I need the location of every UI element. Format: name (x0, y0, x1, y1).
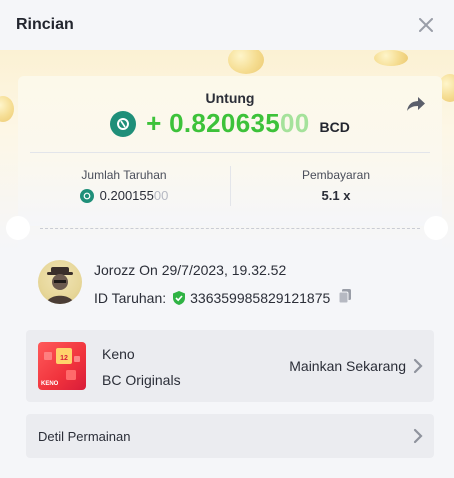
share-icon (407, 97, 425, 111)
result-card: Untung + 0.82063500 BCD Jumlah Taruhan 0… (18, 76, 442, 226)
ticket-notch (6, 216, 30, 240)
modal-header: Rincian (0, 0, 454, 50)
decorative-coin (228, 46, 264, 74)
bet-id-label: ID Taruhan: (94, 289, 167, 306)
bet-amount-stat: Jumlah Taruhan 0.200155 00 (18, 168, 230, 203)
game-details-row[interactable]: Detil Permainan (26, 414, 434, 458)
play-now-link[interactable]: Mainkan Sekarang (289, 358, 406, 374)
profit-label: Untung (205, 90, 255, 106)
keno-thumbnail: 12 KENO (38, 342, 86, 390)
bet-amount-value: 0.200155 00 (18, 188, 230, 203)
bc-coin-icon (79, 188, 94, 203)
keno-thumbnail-badge: 12 (60, 355, 68, 362)
profit-currency: BCD (319, 118, 350, 135)
bet-amount-label: Jumlah Taruhan (81, 168, 167, 182)
game-row[interactable]: 12 KENO Keno BC Originals Mainkan Sekara… (26, 330, 434, 402)
bet-amount-faded: 00 (153, 188, 169, 203)
profit-row: + 0.82063500 BCD (18, 108, 442, 139)
game-details-label: Detil Permainan (38, 429, 131, 444)
game-provider: BC Originals (102, 372, 181, 388)
ticket-notch (424, 216, 448, 240)
dashed-separator (40, 228, 420, 229)
profit-amount: + 0.82063500 (146, 108, 309, 139)
shield-check-icon (173, 290, 186, 305)
bet-info-panel: Jorozz On 29/7/2023, 19.32.52 ID Taruhan… (18, 240, 442, 464)
profit-amount-faded: 00 (279, 108, 310, 138)
game-name: Keno (102, 346, 135, 362)
copy-button[interactable] (338, 288, 352, 307)
keno-thumbnail-label: KENO (41, 381, 59, 387)
modal-title: Rincian (16, 16, 74, 33)
chevron-right-icon (413, 358, 423, 374)
avatar (38, 260, 82, 304)
share-button[interactable] (404, 92, 428, 116)
bet-amount-main: 0.200155 (99, 188, 154, 203)
chevron-right-icon (413, 428, 423, 444)
bet-id-line: ID Taruhan: 336359985829121875 (94, 288, 352, 307)
payout-value: 5.1 x (321, 188, 351, 203)
bet-id-value: 336359985829121875 (190, 289, 331, 306)
decorative-coin (374, 50, 408, 66)
divider (30, 152, 430, 153)
close-icon (419, 18, 433, 32)
payout-label: Pembayaran (301, 168, 371, 182)
close-button[interactable] (414, 13, 438, 37)
bet-user-line: Jorozz On 29/7/2023, 19.32.52 (94, 262, 287, 278)
copy-icon (338, 289, 352, 304)
profit-amount-main: + 0.820635 (146, 108, 280, 138)
bc-coin-icon (110, 110, 137, 137)
payout-stat: Pembayaran 5.1 x (230, 168, 442, 203)
